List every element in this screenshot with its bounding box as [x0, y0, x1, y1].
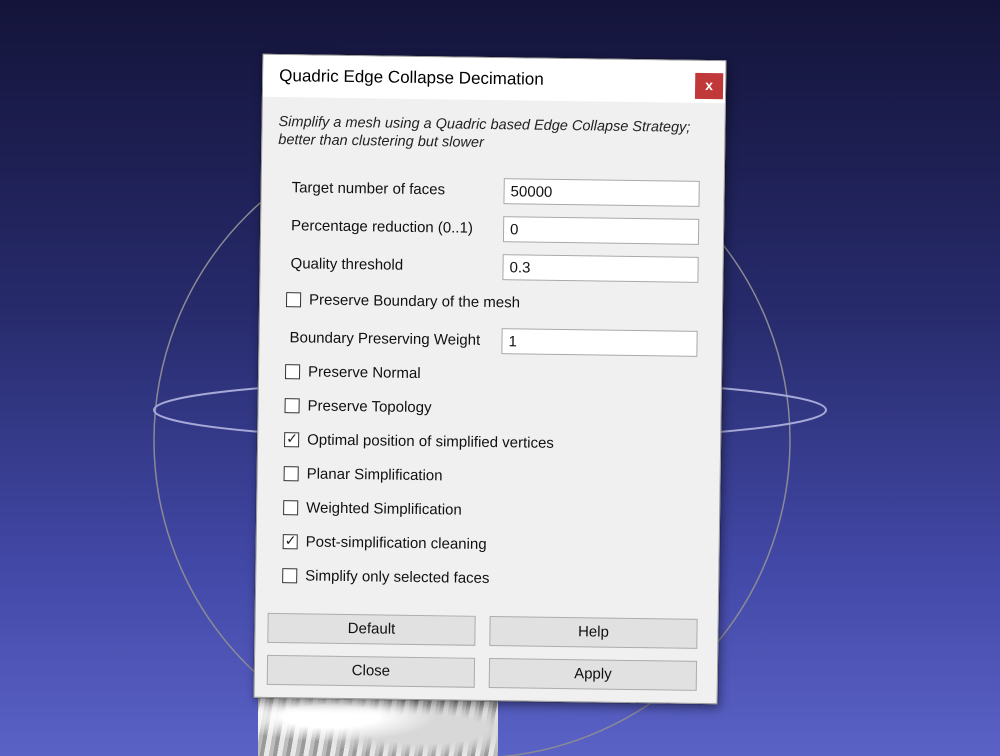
checkmark-icon: ✓	[286, 430, 298, 447]
checkbox-box[interactable]: ✓	[284, 430, 300, 448]
checkbox-label: Post-simplification cleaning	[305, 533, 487, 553]
checkbox-box[interactable]: ✓	[282, 532, 298, 550]
close-icon[interactable]: x	[694, 72, 724, 100]
checkbox-box[interactable]	[285, 292, 302, 308]
quality-threshold-label: Quality threshold	[290, 255, 404, 274]
quality-threshold-input[interactable]: 0.3	[502, 254, 699, 283]
target-faces-label: Target number of faces	[291, 179, 446, 199]
dialog-title: Quadric Edge Collapse Decimation	[279, 66, 544, 89]
decimation-dialog: Quadric Edge Collapse Decimation x Simpl…	[253, 53, 727, 705]
title-bar[interactable]: Quadric Edge Collapse Decimation x	[262, 54, 726, 104]
checkbox-box[interactable]	[283, 500, 299, 516]
checkbox-box[interactable]	[282, 568, 298, 584]
checkbox-label: Preserve Normal	[307, 363, 421, 383]
boundary-weight-label: Boundary Preserving Weight	[289, 329, 481, 349]
checkbox-label: Preserve Topology	[307, 397, 432, 417]
boundary-weight-input[interactable]: 1	[501, 328, 698, 357]
checkbox-box[interactable]	[284, 398, 300, 414]
percentage-reduction-label: Percentage reduction (0..1)	[291, 217, 474, 237]
checkmark-icon: ✓	[284, 532, 297, 549]
filter-description: Simplify a mesh using a Quadric based Ed…	[278, 114, 691, 151]
target-faces-input[interactable]: 50000	[503, 178, 700, 207]
apply-button[interactable]: Apply	[488, 658, 698, 691]
percentage-reduction-input[interactable]: 0	[502, 216, 700, 245]
checkbox-label: Preserve Boundary of the mesh	[308, 291, 521, 312]
checkbox-label: Simplify only selected faces	[305, 567, 490, 588]
checkbox-box[interactable]	[283, 466, 299, 482]
checkbox-box[interactable]	[284, 364, 301, 380]
close-button[interactable]: Close	[266, 654, 476, 688]
default-button[interactable]: Default	[267, 612, 476, 646]
checkbox-label: Weighted Simplification	[306, 499, 462, 519]
help-button[interactable]: Help	[489, 616, 698, 649]
checkbox-label: Planar Simplification	[306, 465, 443, 485]
checkbox-label: Optimal position of simplified vertices	[307, 431, 554, 452]
